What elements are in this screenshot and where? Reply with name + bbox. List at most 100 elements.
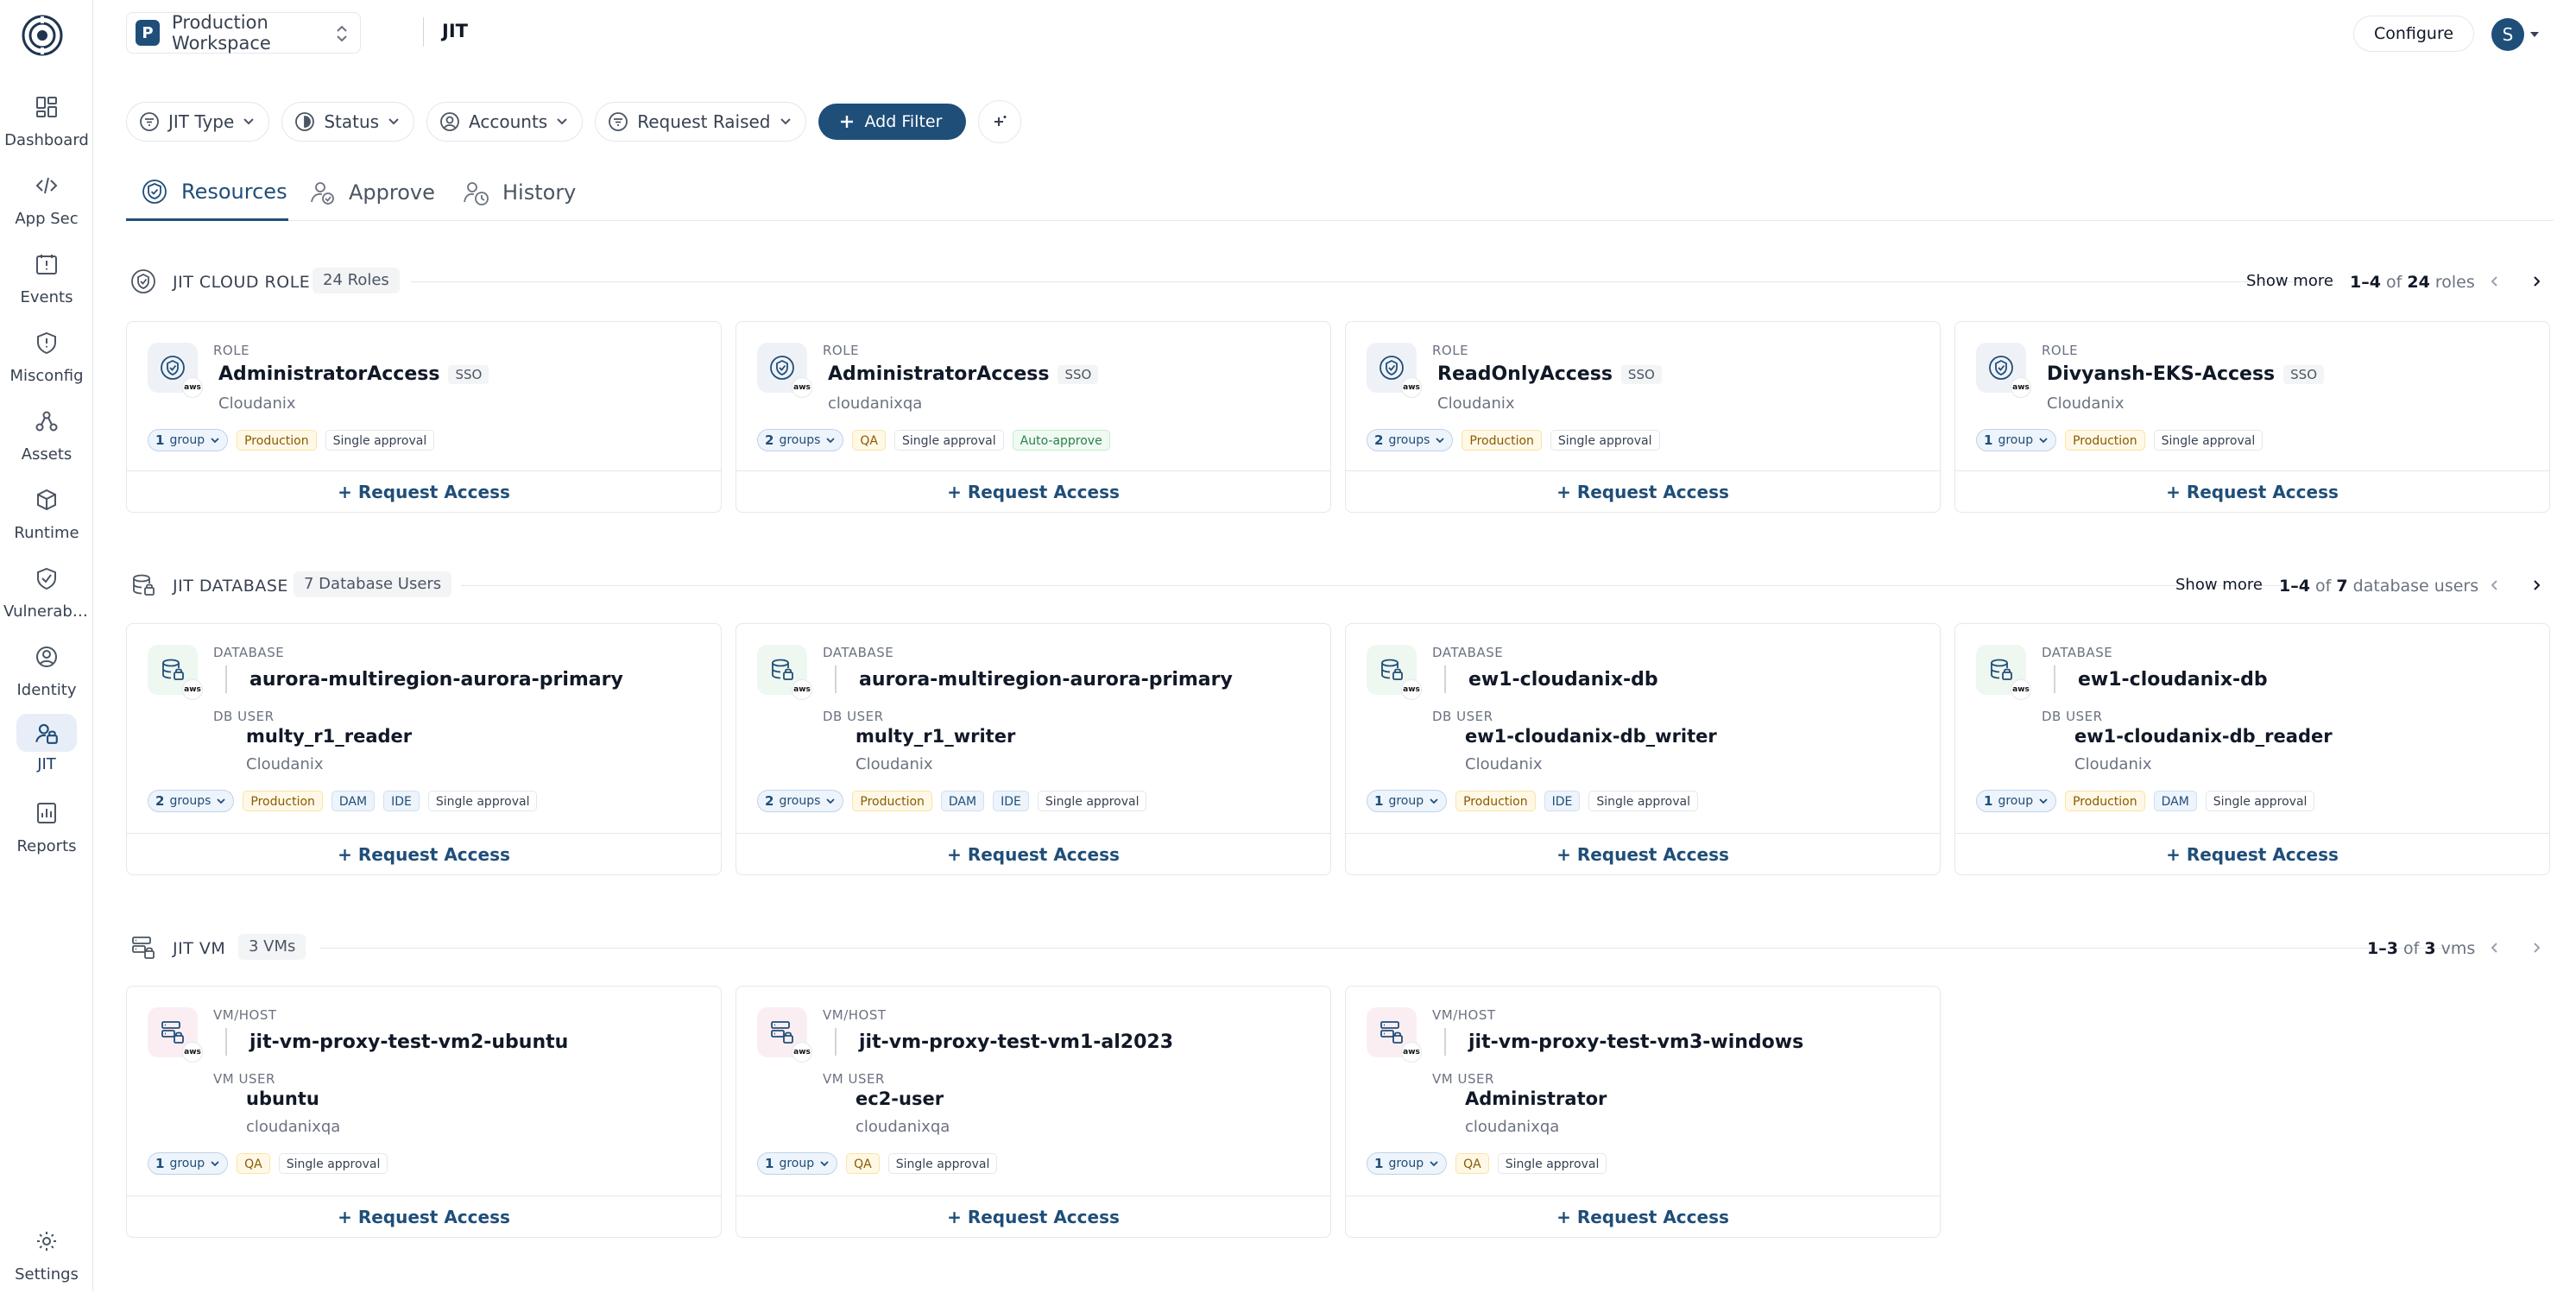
section-count-badge: 24 Roles — [313, 268, 400, 293]
user-type-label: VM USER — [213, 1071, 275, 1087]
request-access-button[interactable]: + Request Access — [736, 1195, 1330, 1237]
approval-tag: Single approval — [894, 430, 1004, 451]
groups-dropdown[interactable]: 1 group — [1367, 1152, 1448, 1175]
sidebar-item-runtime[interactable]: Runtime — [0, 483, 93, 552]
prev-page-button[interactable] — [2483, 269, 2507, 293]
aws-icon: aws — [2011, 377, 2031, 398]
prev-page-button[interactable] — [2483, 936, 2507, 960]
next-page-button[interactable] — [2524, 269, 2548, 293]
workspace-selector[interactable]: P Production Workspace — [126, 12, 361, 54]
tab-approve[interactable]: Approve — [294, 164, 442, 221]
chevron-down-icon — [243, 117, 255, 126]
sidebar-item-app-sec[interactable]: App Sec — [0, 168, 93, 237]
user-name: Administrator — [1465, 1088, 1607, 1109]
environment-tag: Production — [1462, 430, 1542, 451]
tab-resources[interactable]: Resources — [126, 164, 288, 221]
show-more-button[interactable]: Show more — [2239, 269, 2340, 295]
reports-icon — [29, 796, 64, 830]
status-icon — [294, 111, 315, 132]
sidebar-item-identity[interactable]: Identity — [0, 640, 93, 709]
page-range: 1–4 — [2279, 577, 2310, 596]
request-access-button[interactable]: + Request Access — [1346, 470, 1940, 512]
groups-dropdown[interactable]: 2 groups — [757, 790, 844, 812]
groups-label: group — [169, 433, 205, 447]
sidebar-item-assets[interactable]: Assets — [0, 404, 93, 473]
resource-type-label: VM/HOST — [213, 1007, 277, 1023]
vm-host-icon: aws — [757, 1007, 812, 1063]
section-title: JIT VM — [173, 939, 226, 958]
pager-unit: vms — [2440, 939, 2476, 958]
request-access-button[interactable]: + Request Access — [127, 833, 721, 874]
clear-filters-button[interactable] — [978, 100, 1022, 143]
next-page-button[interactable] — [2524, 936, 2548, 960]
groups-count: 1 — [1374, 793, 1384, 809]
divider — [225, 1028, 227, 1056]
request-access-button[interactable]: + Request Access — [1346, 1195, 1940, 1237]
jit-icon — [16, 714, 77, 752]
request-access-button[interactable]: + Request Access — [1346, 833, 1940, 874]
chevron-down-icon — [826, 438, 836, 444]
groups-dropdown[interactable]: 1 group — [148, 1152, 229, 1175]
account-name: Cloudanix — [1465, 755, 1543, 773]
request-access-button[interactable]: + Request Access — [127, 470, 721, 512]
resource-type-label: ROLE — [213, 343, 250, 358]
caret-down-icon[interactable] — [2529, 31, 2540, 38]
cloud-role-card: aws ROLE ReadOnlyAccess SSO Cloudanix 2 gr… — [1345, 321, 1941, 513]
approval-tag: Single approval — [325, 430, 435, 451]
chevron-down-icon — [1430, 1161, 1438, 1167]
filter-request-raised[interactable]: Request Raised — [595, 102, 806, 142]
sidebar-item-reports[interactable]: Reports — [0, 796, 93, 865]
environment-tag: Production — [1455, 791, 1536, 811]
resource-type-label: DATABASE — [213, 645, 285, 660]
database-card: aws DATABASE aurora-multiregion-aurora-p… — [126, 623, 722, 875]
next-page-button[interactable] — [2524, 573, 2548, 597]
role-name: AdministratorAccess — [828, 363, 1050, 385]
tab-history[interactable]: History — [447, 164, 590, 221]
groups-dropdown[interactable]: 2 groups — [757, 429, 844, 451]
environment-tag: QA — [237, 1153, 270, 1174]
sidebar-item-misconfig[interactable]: Misconfig — [0, 325, 93, 394]
sidebar-item-settings[interactable]: Settings — [0, 1224, 93, 1293]
environment-tag: QA — [852, 430, 887, 451]
groups-dropdown[interactable]: 1 group — [148, 429, 229, 451]
add-filter-label: Add Filter — [864, 112, 943, 131]
add-filter-button[interactable]: Add Filter — [818, 104, 967, 140]
request-access-button[interactable]: + Request Access — [736, 470, 1330, 512]
request-access-button[interactable]: + Request Access — [127, 1195, 721, 1237]
groups-dropdown[interactable]: 1 group — [1367, 790, 1448, 812]
filter-accounts[interactable]: Accounts — [426, 102, 584, 142]
user-type-label: VM USER — [1432, 1071, 1494, 1087]
divider — [225, 665, 227, 693]
user-name: ew1-cloudanix-db_reader — [2074, 726, 2333, 747]
request-access-button[interactable]: + Request Access — [1955, 833, 2549, 874]
configure-button[interactable]: Configure — [2353, 16, 2474, 52]
groups-dropdown[interactable]: 1 group — [1976, 429, 2057, 451]
filter-jit-type[interactable]: JIT Type — [126, 102, 270, 142]
role-name: Divyansh-EKS-Access — [2047, 363, 2276, 385]
request-access-button[interactable]: + Request Access — [736, 833, 1330, 874]
resource-type-label: VM/HOST — [1432, 1007, 1496, 1023]
identity-icon — [29, 640, 64, 674]
sidebar-item-dashboard[interactable]: Dashboard — [0, 90, 93, 159]
groups-dropdown[interactable]: 2 groups — [148, 790, 235, 812]
filter-status[interactable]: Status — [281, 102, 415, 142]
groups-dropdown[interactable]: 2 groups — [1367, 429, 1454, 451]
chevron-down-icon — [2039, 798, 2048, 804]
network-icon — [29, 404, 64, 438]
resource-name: ew1-cloudanix-db — [1468, 669, 1658, 691]
show-more-button[interactable]: Show more — [2169, 573, 2270, 599]
groups-dropdown[interactable]: 1 group — [1976, 790, 2057, 812]
divider — [411, 281, 2319, 282]
approval-tag: Single approval — [1037, 791, 1147, 811]
groups-dropdown[interactable]: 1 group — [757, 1152, 838, 1175]
environment-tag: Production — [243, 791, 323, 811]
sidebar-item-events[interactable]: Events — [0, 247, 93, 316]
app-logo[interactable] — [19, 12, 66, 59]
sidebar-item-jit[interactable]: JIT — [0, 714, 93, 783]
request-access-button[interactable]: + Request Access — [1955, 470, 2549, 512]
account-name: Cloudanix — [2047, 394, 2125, 413]
sidebar-item-vulnerabilities[interactable]: Vulnerabili... — [0, 561, 93, 630]
user-circle-icon — [439, 111, 460, 132]
avatar[interactable]: S — [2491, 18, 2524, 51]
prev-page-button[interactable] — [2483, 573, 2507, 597]
